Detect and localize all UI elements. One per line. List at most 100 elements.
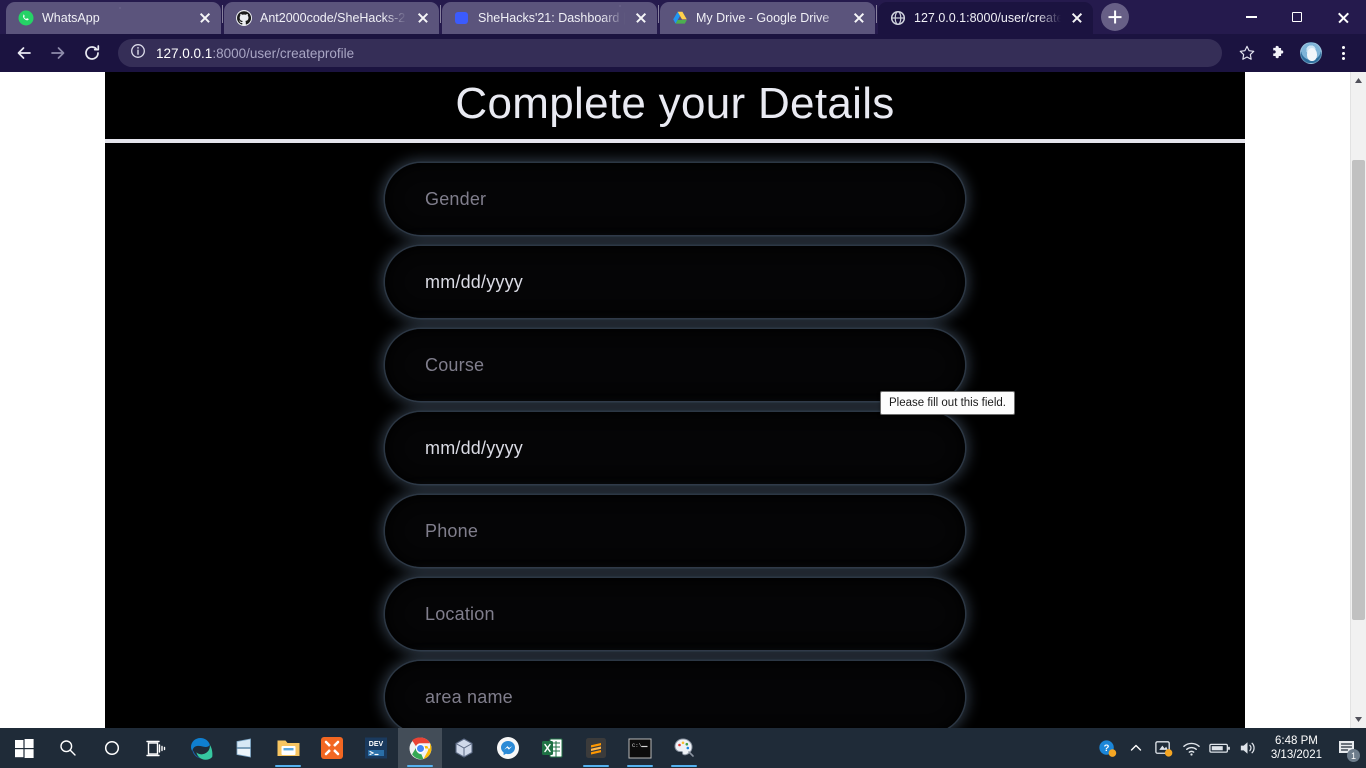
- close-icon[interactable]: [851, 10, 867, 26]
- virtualbox-app[interactable]: [442, 728, 486, 768]
- avatar: [1300, 42, 1322, 64]
- scroll-up-button[interactable]: [1351, 72, 1366, 89]
- field-row: Course: [105, 329, 1245, 401]
- search-button[interactable]: [46, 728, 90, 768]
- svg-text:DEV: DEV: [369, 741, 384, 748]
- arrow-left-icon: [17, 47, 31, 59]
- tab-title: My Drive - Google Drive: [696, 11, 830, 25]
- new-tab-button[interactable]: [1101, 3, 1129, 31]
- paint-icon: [674, 738, 694, 757]
- course-input[interactable]: Course: [385, 329, 965, 401]
- input-placeholder: mm/dd/yyyy: [425, 271, 524, 292]
- dob-input[interactable]: mm/dd/yyyy: [385, 246, 965, 318]
- reload-button[interactable]: [76, 37, 108, 69]
- location-input[interactable]: Location: [385, 578, 965, 650]
- command-prompt-icon: C:\: [628, 738, 652, 758]
- tab-strip: WhatsApp Ant2000code/SheHacks-21_Te SheH…: [0, 0, 1366, 34]
- browser-window: WhatsApp Ant2000code/SheHacks-21_Te SheH…: [0, 0, 1366, 728]
- system-tray: ? 6:48 PM 3/13/2021 1: [1095, 728, 1364, 768]
- cortana-circle-icon: [104, 740, 120, 756]
- address-bar-text: 127.0.0.1:8000/user/createprofile: [156, 46, 354, 61]
- svg-text:C:\: C:\: [632, 742, 642, 749]
- clock-time: 6:48 PM: [1275, 735, 1318, 747]
- input-placeholder: Gender: [425, 188, 487, 209]
- field-row: mm/dd/yyyy: [105, 246, 1245, 318]
- chevron-down-icon: [1355, 717, 1362, 722]
- gender-input[interactable]: Gender: [385, 163, 965, 235]
- chevron-up-icon: [1130, 744, 1142, 751]
- tab-title: WhatsApp: [42, 11, 100, 25]
- window-controls: [1228, 0, 1366, 34]
- extensions-button[interactable]: [1264, 38, 1294, 68]
- scrollbar-thumb[interactable]: [1352, 160, 1365, 620]
- tab-google-drive[interactable]: My Drive - Google Drive: [660, 2, 875, 34]
- task-view-button[interactable]: [134, 728, 178, 768]
- start-button[interactable]: [2, 728, 46, 768]
- vertical-scrollbar[interactable]: [1350, 72, 1366, 728]
- close-icon[interactable]: [633, 10, 649, 26]
- puzzle-piece-icon: [1273, 45, 1284, 59]
- terminal-app[interactable]: C:\: [618, 728, 662, 768]
- site-info-icon[interactable]: [130, 43, 146, 64]
- profile-form: Gender mm/dd/yyyy Course mm/dd/yyyy Phon…: [105, 143, 1245, 728]
- close-icon[interactable]: [197, 10, 213, 26]
- close-window-button[interactable]: [1320, 0, 1366, 34]
- sublime-app[interactable]: [574, 728, 618, 768]
- excel-app[interactable]: [530, 728, 574, 768]
- input-placeholder: area name: [425, 686, 513, 707]
- edge-app[interactable]: [178, 728, 222, 768]
- clock-date: 3/13/2021: [1270, 749, 1322, 761]
- file-explorer-app[interactable]: [266, 728, 310, 768]
- notification-badge: 1: [1347, 749, 1360, 762]
- help-question-icon[interactable]: ?: [1095, 728, 1121, 768]
- github-icon: [236, 10, 252, 26]
- tab-title: Ant2000code/SheHacks-21_Te: [260, 11, 407, 25]
- close-icon[interactable]: [415, 10, 431, 26]
- star-icon: [1239, 45, 1255, 60]
- minimize-button[interactable]: [1228, 0, 1274, 34]
- three-dot-menu-icon: [1341, 46, 1345, 60]
- microsoft-edge-icon: [190, 737, 212, 760]
- chrome-menu-button[interactable]: [1328, 38, 1358, 68]
- taskbar-clock[interactable]: 6:48 PM 3/13/2021: [1263, 734, 1330, 762]
- cortana-button[interactable]: [90, 728, 134, 768]
- tab-separator: [658, 5, 659, 23]
- bookmark-star-button[interactable]: [1232, 38, 1262, 68]
- paint-app[interactable]: [662, 728, 706, 768]
- messenger-app[interactable]: [486, 728, 530, 768]
- tray-sync-icon[interactable]: [1151, 728, 1177, 768]
- forward-button[interactable]: [42, 37, 74, 69]
- virtualbox-icon: [455, 738, 473, 758]
- area-name-input[interactable]: area name: [385, 661, 965, 728]
- tab-createprofile[interactable]: 127.0.0.1:8000/user/createprof: [878, 2, 1093, 34]
- start-date-input[interactable]: mm/dd/yyyy: [385, 412, 965, 484]
- tab-whatsapp[interactable]: WhatsApp: [6, 2, 221, 34]
- file-explorer-icon: [277, 740, 299, 756]
- xampp-app[interactable]: [310, 728, 354, 768]
- wifi-icon[interactable]: [1179, 728, 1205, 768]
- google-chrome-icon: [409, 736, 431, 759]
- phone-input[interactable]: Phone: [385, 495, 965, 567]
- tab-title: SheHacks'21: Dashboard | Dev: [478, 11, 625, 25]
- dev-icon: [454, 10, 470, 26]
- tab-github[interactable]: Ant2000code/SheHacks-21_Te: [224, 2, 439, 34]
- field-row: Phone: [105, 495, 1245, 567]
- tab-shehacks-dashboard[interactable]: SheHacks'21: Dashboard | Dev: [442, 2, 657, 34]
- whatsapp-icon: [18, 10, 34, 26]
- scroll-down-button[interactable]: [1351, 711, 1366, 728]
- address-bar[interactable]: 127.0.0.1:8000/user/createprofile: [118, 39, 1222, 67]
- maximize-button[interactable]: [1274, 0, 1320, 34]
- profile-button[interactable]: [1296, 38, 1326, 68]
- tray-overflow-button[interactable]: [1123, 728, 1149, 768]
- chrome-app[interactable]: [398, 728, 442, 768]
- page-title: Complete your Details: [455, 79, 895, 128]
- validation-tooltip: Please fill out this field.: [880, 391, 1015, 415]
- volume-icon[interactable]: [1235, 728, 1261, 768]
- dev-app[interactable]: DEV: [354, 728, 398, 768]
- messenger-icon: [497, 737, 519, 759]
- back-button[interactable]: [8, 37, 40, 69]
- store-app[interactable]: [222, 728, 266, 768]
- close-icon[interactable]: [1069, 10, 1085, 26]
- action-center-button[interactable]: 1: [1332, 728, 1362, 768]
- battery-icon[interactable]: [1207, 728, 1233, 768]
